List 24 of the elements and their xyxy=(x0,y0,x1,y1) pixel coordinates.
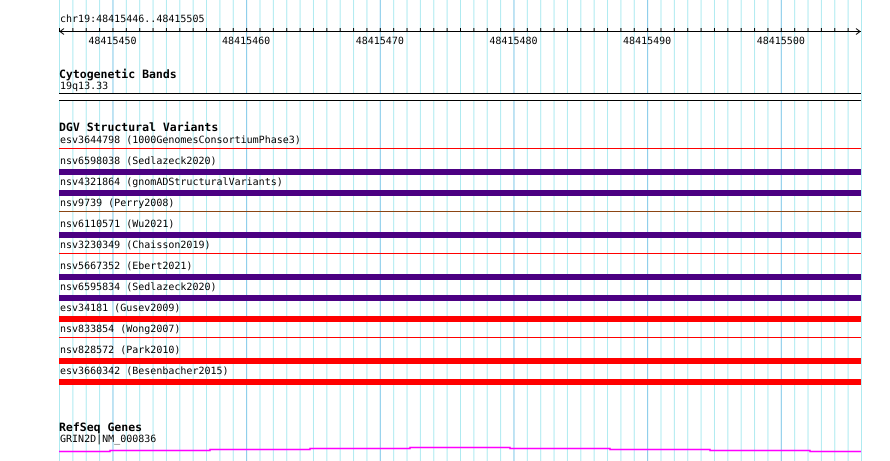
tick-label: 48415480 xyxy=(488,36,539,48)
gene-label: GRIN2D|NM_000836 xyxy=(59,434,156,446)
variant-label: nsv833854 (Wong2007) xyxy=(59,323,182,337)
variant-label: nsv5667352 (Ebert2021) xyxy=(59,260,194,274)
variant-label: esv3660342 (Besenbacher2015) xyxy=(59,365,230,379)
tick-label: 48415470 xyxy=(354,36,405,48)
variant-label: esv3644798 (1000GenomesConsortiumPhase3) xyxy=(59,134,302,148)
variant-label: nsv3230349 (Chaisson2019) xyxy=(59,239,212,253)
tick-label: 48415500 xyxy=(756,36,806,48)
track-title: DGV Structural Variants xyxy=(59,121,218,134)
tick-label: 48415490 xyxy=(622,36,672,48)
tick-label: 48415460 xyxy=(221,36,272,48)
variant-label: nsv828572 (Park2010) xyxy=(59,344,182,358)
region-coordinates: chr19:48415446..48415505 xyxy=(59,14,204,26)
variant-label: nsv6110571 (Wu2021) xyxy=(59,218,176,232)
variant-label: esv34181 (Gusev2009) xyxy=(59,302,182,316)
track-title: RefSeq Genes xyxy=(59,421,142,434)
variant-label: nsv9739 (Perry2008) xyxy=(59,197,176,211)
variant-label: nsv6598038 (Sedlazeck2020) xyxy=(59,155,218,169)
tick-label: 48415450 xyxy=(87,36,138,48)
variant-label: nsv6595834 (Sedlazeck2020) xyxy=(59,281,218,295)
variant-label: nsv4321864 (gnomADStructuralVariants) xyxy=(59,176,284,190)
track-title: Cytogenetic Bands xyxy=(59,68,177,81)
band-label: 19q13.33 xyxy=(59,81,108,93)
